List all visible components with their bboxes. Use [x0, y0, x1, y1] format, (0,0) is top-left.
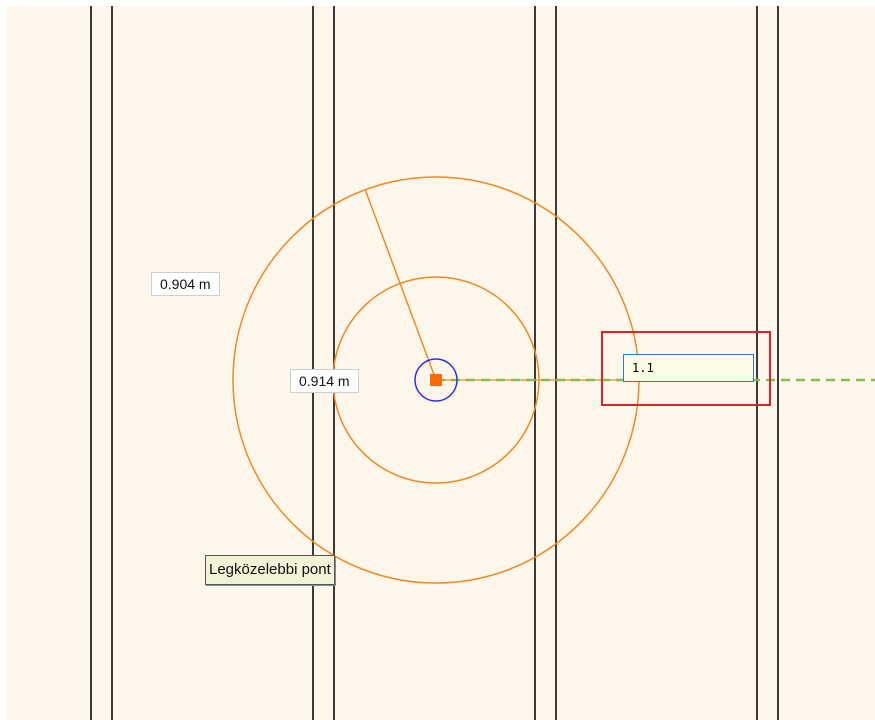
outer-radius-line: [364, 188, 437, 381]
length-input[interactable]: [623, 354, 754, 382]
inner-radius-label: 0.914 m: [290, 369, 359, 393]
snap-tooltip: Legközelebbi pont: [205, 555, 335, 585]
outer-radius-label: 0.904 m: [151, 272, 220, 296]
drawing-canvas[interactable]: 0.904 m 0.914 m Legközelebbi pont: [6, 6, 875, 720]
center-point-icon[interactable]: [430, 374, 442, 386]
